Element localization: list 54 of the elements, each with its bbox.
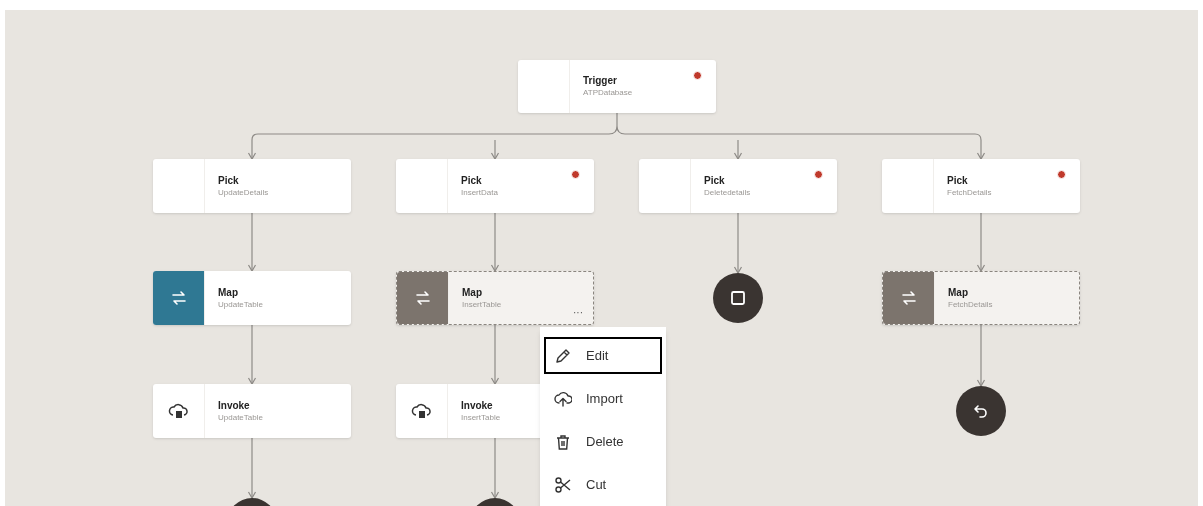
invoke-node[interactable]: Invoke UpdateTable	[153, 384, 351, 438]
node-title: Trigger	[583, 76, 618, 86]
map-node[interactable]: Map UpdateTable	[153, 271, 351, 325]
node-title: Invoke	[218, 400, 251, 411]
node-subtitle: UpdateDetails	[218, 188, 269, 197]
node-subtitle: Deletedetails	[704, 188, 751, 197]
cloud-icon	[410, 402, 433, 420]
node-subtitle: UpdateTable	[218, 413, 263, 422]
node-subtitle: InsertData	[461, 188, 498, 197]
node-subtitle: FetchDetails	[947, 188, 992, 197]
node-subtitle: UpdateTable	[218, 300, 263, 309]
node-title: Pick	[704, 175, 726, 186]
pick-node[interactable]: Pick UpdateDetails	[153, 159, 351, 213]
connector-arrow	[490, 139, 500, 161]
connector-arrow	[733, 212, 743, 275]
connector-arrow	[247, 212, 257, 273]
connector-arrow	[490, 437, 500, 500]
connector-arrow	[976, 212, 986, 273]
menu-item[interactable]: Edit	[544, 337, 662, 374]
pick-node[interactable]: Pick Deletedetails	[639, 159, 837, 213]
node-subtitle: FetchDetails	[948, 300, 993, 309]
node-subtitle: ATPDatabase	[583, 89, 633, 97]
return-node[interactable]	[956, 386, 1006, 436]
pick-node[interactable]: Pick FetchDetails	[882, 159, 1080, 213]
pick-node[interactable]: Pick InsertData	[396, 159, 594, 213]
node-subtitle: InsertTable	[462, 300, 502, 309]
cloud-upload-icon	[554, 389, 572, 408]
node-title: Map	[218, 287, 239, 298]
more-button[interactable]: ···	[571, 308, 585, 318]
node-title: Map	[948, 287, 969, 298]
node-title: Map	[462, 287, 483, 298]
connector-arrow	[733, 139, 743, 161]
trash-icon	[554, 432, 572, 451]
menu-item[interactable]: Cut	[544, 466, 662, 503]
node-subtitle: InsertTable	[461, 413, 501, 422]
connector-arrow	[247, 324, 257, 386]
connector-arrow	[490, 324, 500, 386]
connector-arrow	[490, 212, 500, 273]
cloud-icon	[167, 402, 190, 420]
connector-arrow	[976, 139, 986, 161]
scissors-icon	[554, 475, 572, 494]
connector-arrow	[976, 324, 986, 388]
map-node[interactable]: Map InsertTable ···	[396, 271, 594, 325]
node-title: Pick	[947, 175, 969, 186]
map-node[interactable]: Map FetchDetails	[882, 271, 1080, 325]
node-title: Pick	[461, 175, 483, 186]
stop-node[interactable]	[713, 273, 763, 323]
node-title: Pick	[218, 175, 240, 186]
connector-arrow	[247, 437, 257, 500]
square-icon	[730, 290, 746, 306]
connector-arrow	[247, 139, 257, 161]
trigger-node[interactable]: Trigger ATPDatabase	[518, 60, 716, 113]
node-title: Invoke	[461, 400, 494, 411]
return-arrow-icon	[973, 403, 989, 419]
